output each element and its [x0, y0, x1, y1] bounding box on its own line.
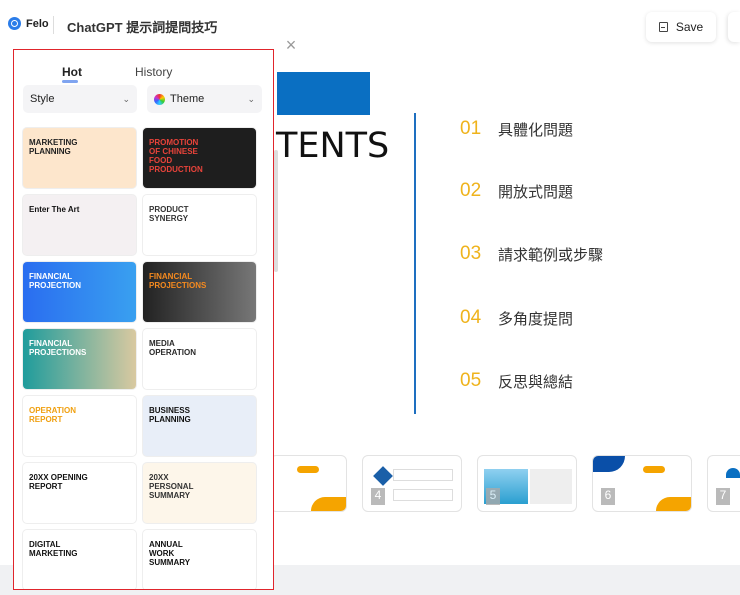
slide-thumbnail-7[interactable]: 7	[707, 455, 740, 512]
template-title: 20XX OPENING REPORT	[29, 473, 88, 491]
theme-dropdown[interactable]: Theme ⌄	[147, 85, 262, 113]
template-title: DIGITAL MARKETING	[29, 540, 78, 558]
slide-thumbnail-3[interactable]	[270, 455, 347, 512]
theme-label: Theme	[170, 93, 205, 105]
template-panel: Hot History Style ⌄ Theme ⌄ MARKETING PLAN…	[13, 49, 274, 590]
toc-number: 04	[460, 307, 482, 328]
thumbnail-decoration	[393, 489, 453, 501]
divider	[53, 16, 54, 34]
save-icon	[658, 22, 668, 32]
template-card[interactable]: PRODUCT SYNERGY	[143, 195, 256, 255]
template-card[interactable]: ANNUAL WORK SUMMARY	[143, 530, 256, 589]
felo-logo[interactable]: Felo	[8, 17, 49, 30]
slide-heading: TENTS	[276, 126, 390, 166]
save-label: Save	[675, 20, 704, 34]
template-card[interactable]: 20XX OPENING REPORT	[23, 463, 136, 523]
toc-item: 01 具體化問題	[460, 118, 573, 140]
close-panel-button[interactable]: ×	[280, 34, 302, 56]
template-title: PRODUCT SYNERGY	[149, 205, 189, 223]
template-card[interactable]: 20XX PERSONAL SUMMARY	[143, 463, 256, 523]
toc-text: 多角度提問	[498, 310, 574, 328]
template-card[interactable]: MARKETING PLANNING	[23, 128, 136, 188]
thumbnail-decoration	[530, 469, 572, 504]
toc-number: 05	[460, 370, 482, 391]
header: Felo ChatGPT 提示詞提問技巧 Save	[0, 0, 740, 50]
slide-divider-line	[414, 113, 416, 414]
template-title: FINANCIAL PROJECTION	[29, 272, 82, 290]
toc-number: 01	[460, 118, 482, 139]
thumbnail-decoration	[643, 466, 665, 473]
template-card[interactable]: FINANCIAL PROJECTIONS	[23, 329, 136, 389]
save-button[interactable]: Save	[646, 12, 716, 42]
slide-thumbnail-5[interactable]: 5	[477, 455, 577, 512]
thumbnail-decoration	[593, 456, 625, 472]
template-card[interactable]: OPERATION REPORT	[23, 396, 136, 456]
template-title: ANNUAL WORK SUMMARY	[149, 540, 191, 567]
toc-number: 03	[460, 243, 482, 264]
chevron-down-icon: ⌄	[247, 93, 255, 104]
slide-number: 5	[486, 488, 500, 505]
template-title: MARKETING PLANNING	[29, 138, 78, 156]
toc-item: 04 多角度提問	[460, 307, 573, 329]
template-title: FINANCIAL PROJECTIONS	[149, 272, 207, 290]
toc-number: 02	[460, 180, 482, 201]
toc-item: 05 反思與總結	[460, 370, 573, 392]
toc-text: 反思與總結	[498, 373, 574, 391]
template-card[interactable]: DIGITAL MARKETING	[23, 530, 136, 589]
brand-name: Felo	[26, 17, 49, 30]
template-title: OPERATION REPORT	[29, 406, 76, 424]
template-title: BUSINESS PLANNING	[149, 406, 191, 424]
template-card[interactable]: FINANCIAL PROJECTION	[23, 262, 136, 322]
template-card[interactable]: BUSINESS PLANNING	[143, 396, 256, 456]
slide-accent-block	[277, 72, 370, 115]
style-dropdown[interactable]: Style ⌄	[23, 85, 137, 113]
document-title[interactable]: ChatGPT 提示詞提問技巧	[67, 17, 217, 36]
template-card[interactable]: MEDIA OPERATION	[143, 329, 256, 389]
tab-hot[interactable]: Hot	[62, 65, 82, 83]
thumbnail-decoration	[297, 466, 319, 473]
color-wheel-icon	[154, 93, 165, 105]
toc-item: 03 請求範例或步驟	[460, 243, 603, 265]
template-title: PROMOTION OF CHINESE FOOD PRODUCTION	[149, 138, 203, 174]
thumbnail-decoration	[311, 497, 346, 511]
template-card[interactable]: FINANCIAL PROJECTIONS	[143, 262, 256, 322]
slide-thumbnail-6[interactable]: 6	[592, 455, 692, 512]
felo-logo-icon	[8, 17, 21, 30]
tab-history[interactable]: History	[135, 65, 172, 79]
more-button[interactable]	[728, 12, 740, 42]
template-title: FINANCIAL PROJECTIONS	[29, 339, 87, 357]
slide-number: 6	[601, 488, 615, 505]
thumbnail-decoration	[656, 497, 691, 511]
template-card[interactable]: Enter The Art	[23, 195, 136, 255]
slide-number: 7	[716, 488, 730, 505]
template-card[interactable]: PROMOTION OF CHINESE FOOD PRODUCTION	[143, 128, 256, 188]
thumbnail-decoration	[373, 466, 393, 486]
slide-thumbnail-4[interactable]: 4	[362, 455, 462, 512]
thumbnail-decoration	[726, 468, 740, 478]
template-title: Enter The Art	[29, 205, 80, 214]
slide-number: 4	[371, 488, 385, 505]
toc-text: 具體化問題	[498, 121, 574, 139]
style-label: Style	[30, 93, 55, 105]
template-title: MEDIA OPERATION	[149, 339, 196, 357]
toc-text: 開放式問題	[498, 183, 574, 201]
toc-text: 請求範例或步驟	[498, 246, 604, 264]
chevron-down-icon: ⌄	[122, 93, 130, 104]
thumbnail-decoration	[393, 469, 453, 481]
template-title: 20XX PERSONAL SUMMARY	[149, 473, 194, 500]
panel-scrollbar[interactable]	[274, 150, 278, 272]
toc-item: 02 開放式問題	[460, 180, 573, 202]
